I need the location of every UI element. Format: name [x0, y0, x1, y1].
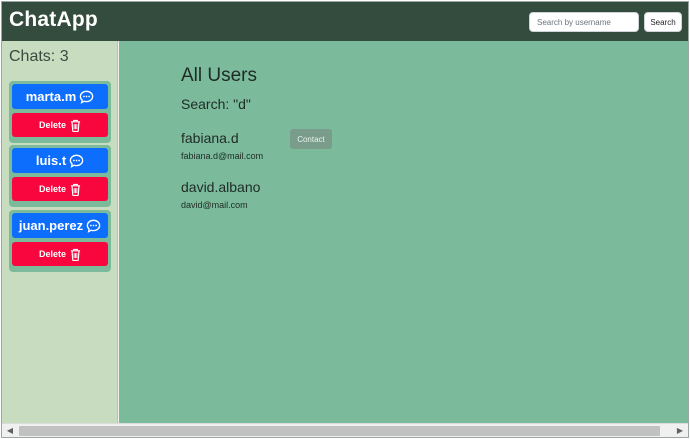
chats-count: Chats: 3 — [9, 48, 69, 65]
delete-label: Delete — [38, 184, 66, 194]
delete-label: Delete — [38, 120, 66, 130]
chat-bubble-icon — [69, 154, 84, 168]
navbar: ChatApp Search — [2, 2, 688, 41]
trash-icon — [70, 119, 81, 132]
search-query-label: Search: "d" — [181, 96, 251, 112]
brand-logo[interactable]: ChatApp — [9, 8, 98, 32]
chat-name: luis.t — [35, 153, 67, 168]
user-email: fabiana.d@mail.com — [181, 151, 264, 161]
chat-button-marta-m[interactable]: marta.m — [12, 84, 108, 109]
chat-card: luis.t Delete — [9, 145, 111, 207]
user-username: fabiana.d — [181, 130, 239, 146]
chat-bubble-icon — [86, 219, 101, 233]
chat-name: juan.perez — [18, 218, 84, 233]
page-title: All Users — [181, 65, 258, 86]
horizontal-scrollbar[interactable]: ◀ ▶ — [2, 423, 688, 437]
search-input[interactable] — [529, 12, 639, 32]
browser-viewport: ChatApp Search Chats: 3 marta.m Delete l… — [1, 1, 689, 438]
trash-icon — [70, 183, 81, 196]
chat-button-luis-t[interactable]: luis.t — [12, 148, 108, 173]
delete-label: Delete — [38, 249, 66, 259]
delete-chat-button[interactable]: Delete — [12, 177, 108, 201]
search-button[interactable]: Search — [644, 12, 682, 32]
contact-button[interactable]: Contact — [290, 129, 332, 149]
main-content: All Users Search: "d" fabiana.d Contact … — [119, 41, 688, 423]
user-email: david@mail.com — [181, 200, 248, 210]
chat-name: marta.m — [25, 89, 77, 104]
user-username: david.albano — [181, 179, 261, 195]
trash-icon — [70, 248, 81, 261]
scroll-left-arrow-icon[interactable]: ◀ — [2, 424, 18, 437]
scrollbar-thumb[interactable] — [19, 426, 660, 436]
delete-chat-button[interactable]: Delete — [12, 113, 108, 137]
chat-bubble-icon — [79, 90, 94, 104]
scroll-right-arrow-icon[interactable]: ▶ — [672, 424, 688, 437]
chat-button-juan-perez[interactable]: juan.perez — [12, 213, 108, 238]
sidebar: Chats: 3 marta.m Delete luis.t Delete ju… — [2, 41, 118, 423]
chat-card: marta.m Delete — [9, 81, 111, 143]
chat-card: juan.perez Delete — [9, 210, 111, 272]
delete-chat-button[interactable]: Delete — [12, 242, 108, 266]
